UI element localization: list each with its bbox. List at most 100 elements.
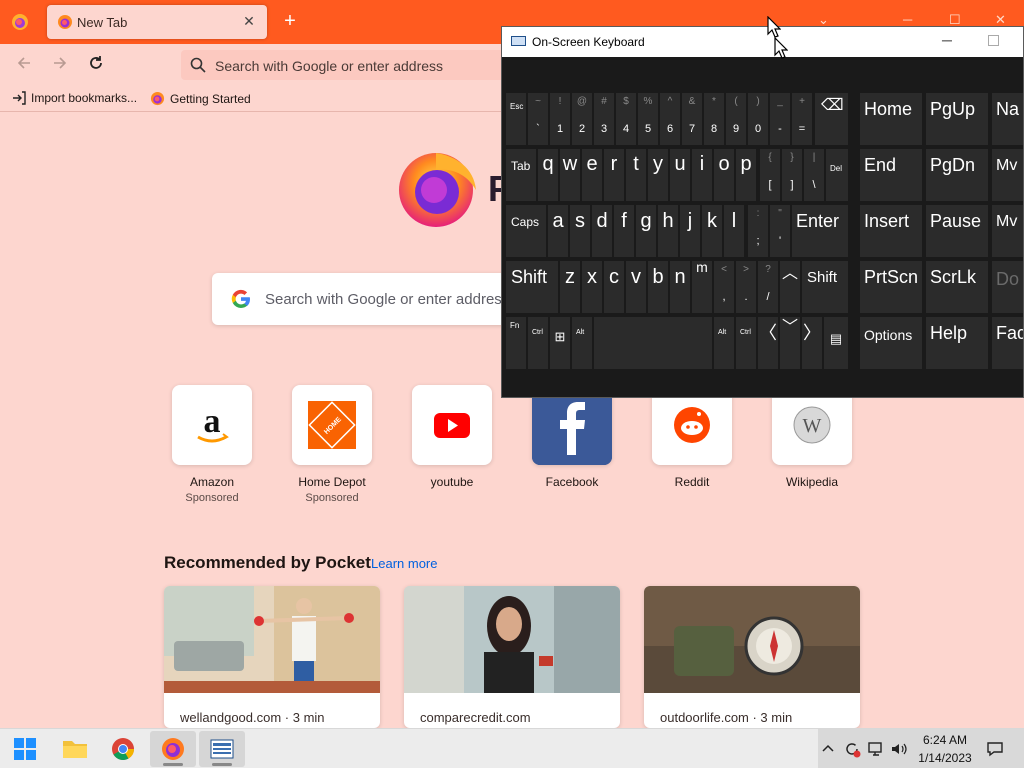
- minimize-icon[interactable]: ─: [942, 32, 952, 48]
- taskbar-file-explorer[interactable]: [52, 731, 98, 767]
- taskbar-firefox[interactable]: [150, 731, 196, 767]
- key-arrow-left[interactable]: 〈: [758, 317, 778, 369]
- key-pgup[interactable]: PgUp: [926, 93, 988, 145]
- key-r[interactable]: r: [604, 149, 624, 201]
- key-caps[interactable]: Caps: [506, 205, 546, 257]
- key-u[interactable]: u: [670, 149, 690, 201]
- key-windows[interactable]: ⊞: [550, 317, 570, 369]
- key-k[interactable]: k: [702, 205, 722, 257]
- volume-icon[interactable]: [890, 740, 908, 758]
- key-row1-0[interactable]: ~ `: [528, 93, 548, 145]
- key-j[interactable]: j: [680, 205, 700, 257]
- key-e[interactable]: e: [582, 149, 602, 201]
- osk-title-bar[interactable]: On-Screen Keyboard ─: [502, 27, 1023, 57]
- key-esc[interactable]: Esc: [506, 93, 526, 145]
- key-w[interactable]: w: [560, 149, 580, 201]
- key-ctrl-left[interactable]: Ctrl: [528, 317, 548, 369]
- key-row1-10[interactable]: ) 0: [748, 93, 768, 145]
- key-end[interactable]: End: [860, 149, 922, 201]
- key-del[interactable]: Del: [826, 149, 848, 201]
- key-row2-sym-2[interactable]: | \: [804, 149, 824, 201]
- top-site-reddit[interactable]: Reddit: [642, 385, 742, 489]
- forward-button[interactable]: [48, 54, 72, 76]
- key-b[interactable]: b: [648, 261, 668, 313]
- tab-close-button[interactable]: ✕: [239, 11, 259, 31]
- address-bar[interactable]: Search with Google or enter address: [181, 50, 511, 80]
- key-scrlk[interactable]: ScrLk: [926, 261, 988, 313]
- top-site-amazon[interactable]: a Amazon Sponsored: [162, 385, 262, 504]
- firefox-menu-icon[interactable]: [10, 12, 30, 32]
- key-alt-left[interactable]: Alt: [572, 317, 592, 369]
- taskbar-chrome[interactable]: [100, 731, 146, 767]
- key-fn[interactable]: Fn: [506, 317, 526, 369]
- key-pause[interactable]: Pause: [926, 205, 988, 257]
- top-site-wikipedia[interactable]: W Wikipedia: [762, 385, 862, 489]
- key-row1-8[interactable]: * 8: [704, 93, 724, 145]
- key-ctrl-right[interactable]: Ctrl: [736, 317, 756, 369]
- key-shift-right[interactable]: Shift: [802, 261, 848, 313]
- key-tab[interactable]: Tab: [506, 149, 536, 201]
- key-mv1[interactable]: Mv: [992, 149, 1023, 201]
- key-home[interactable]: Home: [860, 93, 922, 145]
- new-tab-button[interactable]: +: [280, 11, 300, 31]
- back-button[interactable]: [12, 54, 36, 76]
- clock-date[interactable]: 1/14/2023: [910, 751, 980, 765]
- key-i[interactable]: i: [692, 149, 712, 201]
- key-row1-2[interactable]: @2: [572, 93, 592, 145]
- key-row1-9[interactable]: (9: [726, 93, 746, 145]
- key-arrow-right[interactable]: 〉: [802, 317, 822, 369]
- update-sync-icon[interactable]: [843, 740, 861, 758]
- pocket-learn-more-link[interactable]: Learn more: [371, 556, 437, 571]
- start-button[interactable]: [2, 731, 48, 767]
- key-row2-sym-0[interactable]: {[: [760, 149, 780, 201]
- key-row2-sym-1[interactable]: }]: [782, 149, 802, 201]
- key-f[interactable]: f: [614, 205, 634, 257]
- key-space[interactable]: [594, 317, 712, 369]
- key-row1-1[interactable]: ! 1: [550, 93, 570, 145]
- key-arrow-up[interactable]: ︿: [780, 261, 800, 313]
- key-h[interactable]: h: [658, 205, 678, 257]
- network-icon[interactable]: [867, 740, 885, 758]
- key-options[interactable]: Options: [860, 317, 922, 369]
- chevron-up-icon[interactable]: [820, 741, 836, 757]
- key-row3-sym-1[interactable]: " ': [770, 205, 790, 257]
- key-l[interactable]: l: [724, 205, 744, 257]
- notifications-icon[interactable]: [986, 740, 1004, 758]
- key-row1-5[interactable]: % 5: [638, 93, 658, 145]
- key-q[interactable]: q: [538, 149, 558, 201]
- key-row4-sym-1[interactable]: >.: [736, 261, 756, 313]
- key-prtscn[interactable]: PrtScn: [860, 261, 922, 313]
- key-p[interactable]: p: [736, 149, 756, 201]
- key-x[interactable]: x: [582, 261, 602, 313]
- maximize-icon[interactable]: [988, 35, 999, 46]
- minimize-icon[interactable]: ─: [903, 12, 912, 27]
- pocket-card[interactable]: wellandgood.com · 3 min: [164, 586, 380, 728]
- pocket-card[interactable]: outdoorlife.com · 3 min: [644, 586, 860, 728]
- key-na[interactable]: Na: [992, 93, 1023, 145]
- top-site-home-depot[interactable]: HOME Home Depot Sponsored: [282, 385, 382, 504]
- key-row1-7[interactable]: & 7: [682, 93, 702, 145]
- key-row4-sym-2[interactable]: ? /: [758, 261, 778, 313]
- key-z[interactable]: z: [560, 261, 580, 313]
- key-help[interactable]: Help: [926, 317, 988, 369]
- key-y[interactable]: y: [648, 149, 668, 201]
- key-mv2[interactable]: Mv: [992, 205, 1023, 257]
- key-pgdn[interactable]: PgDn: [926, 149, 988, 201]
- key-do[interactable]: Do: [992, 261, 1023, 313]
- key-row3-sym-0[interactable]: :;: [748, 205, 768, 257]
- key-t[interactable]: t: [626, 149, 646, 201]
- key-row1-4[interactable]: $4: [616, 93, 636, 145]
- key-a[interactable]: a: [548, 205, 568, 257]
- pocket-card[interactable]: comparecredit.com: [404, 586, 620, 728]
- key-row1-12[interactable]: + =: [792, 93, 812, 145]
- key-s[interactable]: s: [570, 205, 590, 257]
- key-alt-right[interactable]: Alt: [714, 317, 734, 369]
- key-arrow-down[interactable]: ﹀: [780, 317, 800, 369]
- key-shift-left[interactable]: Shift: [506, 261, 558, 313]
- newtab-search-box[interactable]: Search with Google or enter address: [212, 273, 532, 325]
- key-insert[interactable]: Insert: [860, 205, 922, 257]
- key-backspace[interactable]: ⌫: [815, 93, 848, 145]
- key-v[interactable]: v: [626, 261, 646, 313]
- key-o[interactable]: o: [714, 149, 734, 201]
- reload-button[interactable]: [84, 54, 108, 76]
